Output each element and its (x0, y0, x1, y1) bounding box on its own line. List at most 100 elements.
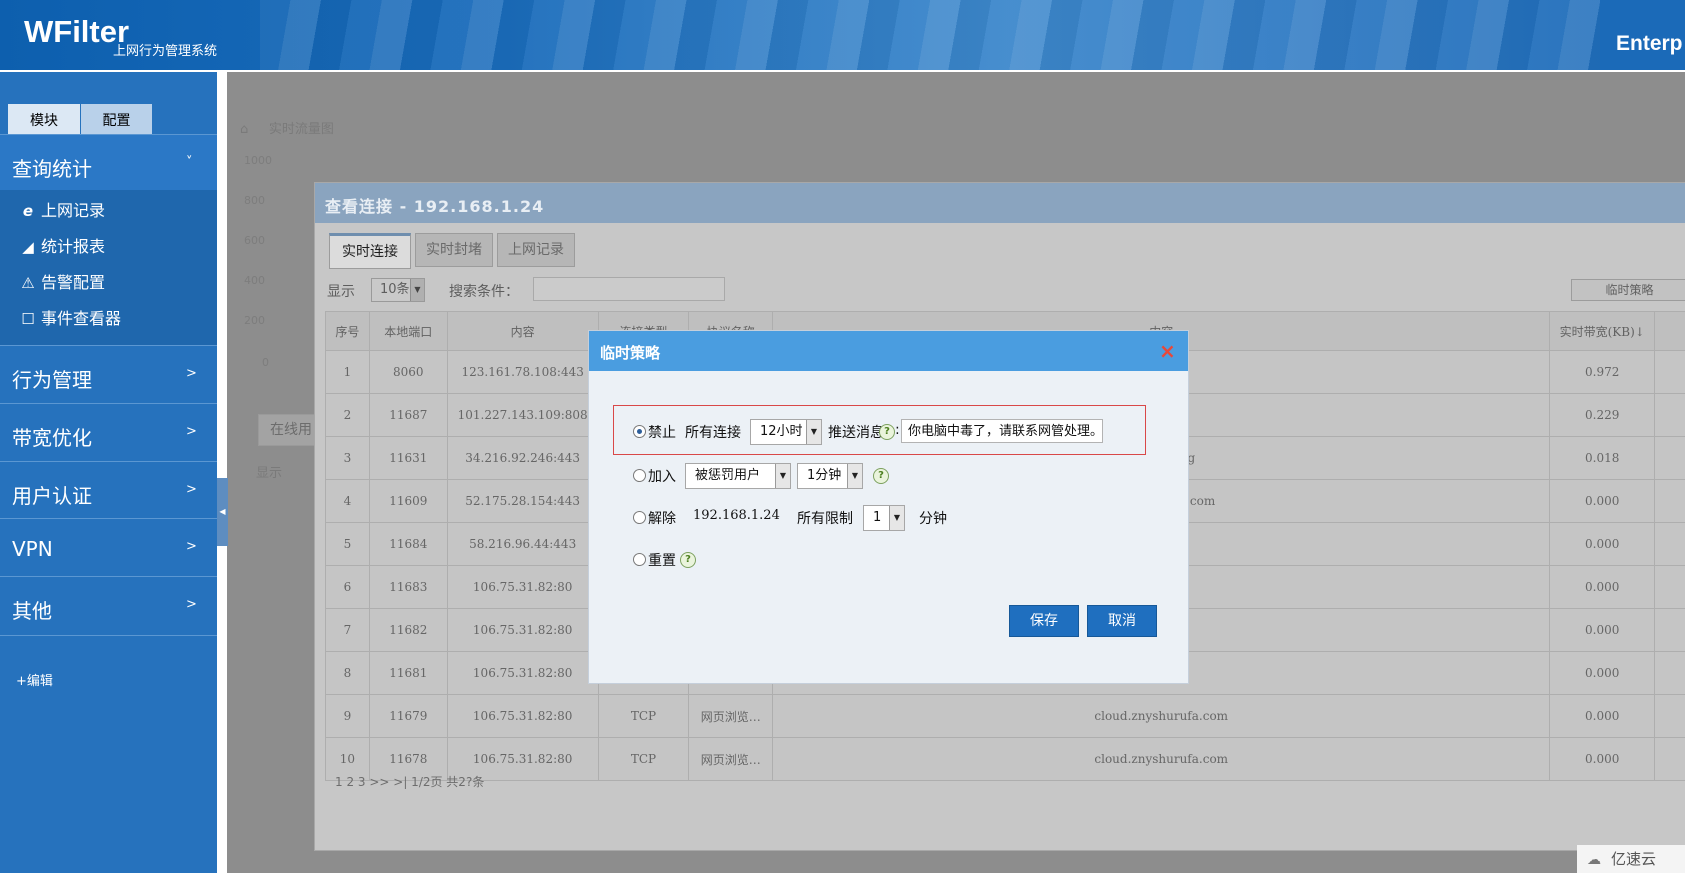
search-input[interactable] (533, 277, 725, 301)
push-message-input[interactable]: 你电脑中毒了，请联系网管处理。 (901, 419, 1103, 443)
cell-content: cloud.znyshurufa.com (773, 738, 1550, 781)
help-icon[interactable]: ? (680, 552, 696, 568)
cell-extra (1655, 652, 1685, 695)
cell-protocol: 网页浏览… (689, 738, 773, 781)
cell-no: 5 (326, 523, 370, 566)
cell-extra (1655, 566, 1685, 609)
colon: : (895, 422, 900, 438)
option-release-label: 解除 (648, 508, 676, 528)
cell-extra (1655, 609, 1685, 652)
cell-extra (1655, 523, 1685, 566)
tab-realtime-connections[interactable]: 实时连接 (329, 233, 411, 269)
panel-title: 查看连接 - 192.168.1.24 (325, 193, 544, 217)
join-duration-value: 1分钟 (807, 464, 841, 488)
temp-policy-button[interactable]: 临时策略 (1571, 279, 1685, 301)
cancel-button[interactable]: 取消 (1087, 605, 1157, 637)
close-icon[interactable]: × (1159, 339, 1176, 363)
release-value-select[interactable]: 1 ▼ (863, 505, 905, 531)
cell-remote: 58.216.96.44:443 (447, 523, 598, 566)
sidebar-section-auth[interactable]: 用户认证 > (0, 461, 217, 520)
chevron-right-icon: > (186, 597, 197, 612)
sidebar-item-web-records[interactable]: e上网记录 (18, 192, 105, 230)
cell-remote: 106.75.31.82:80 (447, 652, 598, 695)
option-join-label: 加入 (648, 466, 676, 486)
edition-label: Enterp (1616, 32, 1683, 56)
radio-release[interactable] (633, 511, 646, 524)
cell-protocol: 网页浏览… (689, 695, 773, 738)
tab-modules[interactable]: 模块 (8, 104, 80, 134)
sidebar: 模块 配置 查询统计 ˅ e上网记录 ◢统计报表 ⚠告警配置 ☐事件查看器 行为… (0, 72, 217, 873)
tab-web-records[interactable]: 上网记录 (497, 233, 575, 267)
cell-port: 11631 (369, 437, 447, 480)
cell-no: 1 (326, 351, 370, 394)
sidebar-section-bandwidth[interactable]: 带宽优化 > (0, 403, 217, 462)
chevron-down-icon: ▼ (775, 464, 790, 488)
edit-link[interactable]: +编辑 (16, 670, 53, 689)
cell-type: TCP (598, 695, 689, 738)
table-row[interactable]: 911679106.75.31.82:80TCP网页浏览…cloud.znysh… (326, 695, 1685, 738)
table-row[interactable]: 1011678106.75.31.82:80TCP网页浏览…cloud.znys… (326, 738, 1685, 781)
cell-remote: 52.175.28.154:443 (447, 480, 598, 523)
cell-no: 9 (326, 695, 370, 738)
y-tick: 400 (244, 274, 265, 287)
cell-bandwidth: 0.000 (1550, 523, 1655, 566)
sidebar-item-label: 告警配置 (41, 273, 105, 292)
tab-realtime-block[interactable]: 实时封堵 (415, 233, 493, 267)
chevron-down-icon: ▼ (847, 464, 862, 488)
watermark-label: 亿速云 (1611, 850, 1656, 868)
sidebar-section-other[interactable]: 其他 > (0, 576, 217, 636)
cell-no: 4 (326, 480, 370, 523)
chevron-down-icon: ▼ (806, 420, 821, 444)
col-remote[interactable]: 内容 (447, 312, 598, 351)
col-no[interactable]: 序号 (326, 312, 370, 351)
cell-bandwidth: 0.000 (1550, 566, 1655, 609)
sidebar-section-behavior[interactable]: 行为管理 > (0, 345, 217, 404)
y-tick: 800 (244, 194, 265, 207)
tab-config[interactable]: 配置 (81, 104, 152, 134)
cell-remote: 101.227.143.109:808 (447, 394, 598, 437)
collapse-sidebar-handle[interactable]: ◀ (217, 478, 228, 546)
chevron-right-icon: > (186, 539, 197, 554)
scope-label: 所有连接 (685, 422, 741, 442)
chevron-down-icon: ˅ (186, 155, 193, 170)
warning-icon: ⚠ (18, 264, 38, 302)
sidebar-submenu: e上网记录 ◢统计报表 ⚠告警配置 ☐事件查看器 (0, 190, 217, 346)
option-reset-label: 重置 (648, 550, 676, 570)
cell-extra (1655, 738, 1685, 781)
sidebar-item-reports[interactable]: ◢统计报表 (18, 228, 105, 266)
cell-port: 11681 (369, 652, 447, 695)
sidebar-item-alerts[interactable]: ⚠告警配置 (18, 264, 105, 302)
help-icon[interactable]: ? (873, 468, 889, 484)
release-ip: 192.168.1.24 (693, 508, 780, 523)
radio-join[interactable] (633, 469, 646, 482)
help-icon[interactable]: ? (879, 424, 895, 440)
duration-select[interactable]: 12小时 ▼ (750, 419, 822, 445)
sidebar-item-event-viewer[interactable]: ☐事件查看器 (18, 300, 121, 338)
radio-block[interactable] (633, 425, 646, 438)
cell-port: 11683 (369, 566, 447, 609)
show-label: 显示 (327, 281, 355, 301)
join-duration-select[interactable]: 1分钟 ▼ (797, 463, 863, 489)
chevron-right-icon: > (186, 482, 197, 497)
pagination[interactable]: 1 2 3 >> >| 1/2页 共2?条 (335, 773, 484, 790)
chevron-right-icon: > (186, 366, 197, 381)
ie-icon: e (18, 192, 38, 230)
sidebar-section-vpn[interactable]: VPN > (0, 518, 217, 577)
page-size-select[interactable]: 10条 ▼ (371, 278, 425, 302)
cell-no: 2 (326, 394, 370, 437)
y-tick: 200 (244, 314, 265, 327)
col-bandwidth[interactable]: 实时带宽(KB)↓ (1550, 312, 1655, 351)
radio-reset[interactable] (633, 553, 646, 566)
col-local-port[interactable]: 本地端口 (369, 312, 447, 351)
chevron-right-icon: > (186, 424, 197, 439)
cell-remote: 123.161.78.108:443 (447, 351, 598, 394)
sidebar-item-label: 事件查看器 (41, 309, 121, 328)
cell-remote: 106.75.31.82:80 (447, 566, 598, 609)
limit-label: 所有限制 (797, 508, 853, 528)
save-button[interactable]: 保存 (1009, 605, 1079, 637)
cell-extra (1655, 695, 1685, 738)
sidebar-section-query-stats[interactable]: 查询统计 ˅ (0, 134, 217, 193)
release-value: 1 (873, 506, 881, 530)
group-select[interactable]: 被惩罚用户 ▼ (685, 463, 791, 489)
cell-port: 11682 (369, 609, 447, 652)
